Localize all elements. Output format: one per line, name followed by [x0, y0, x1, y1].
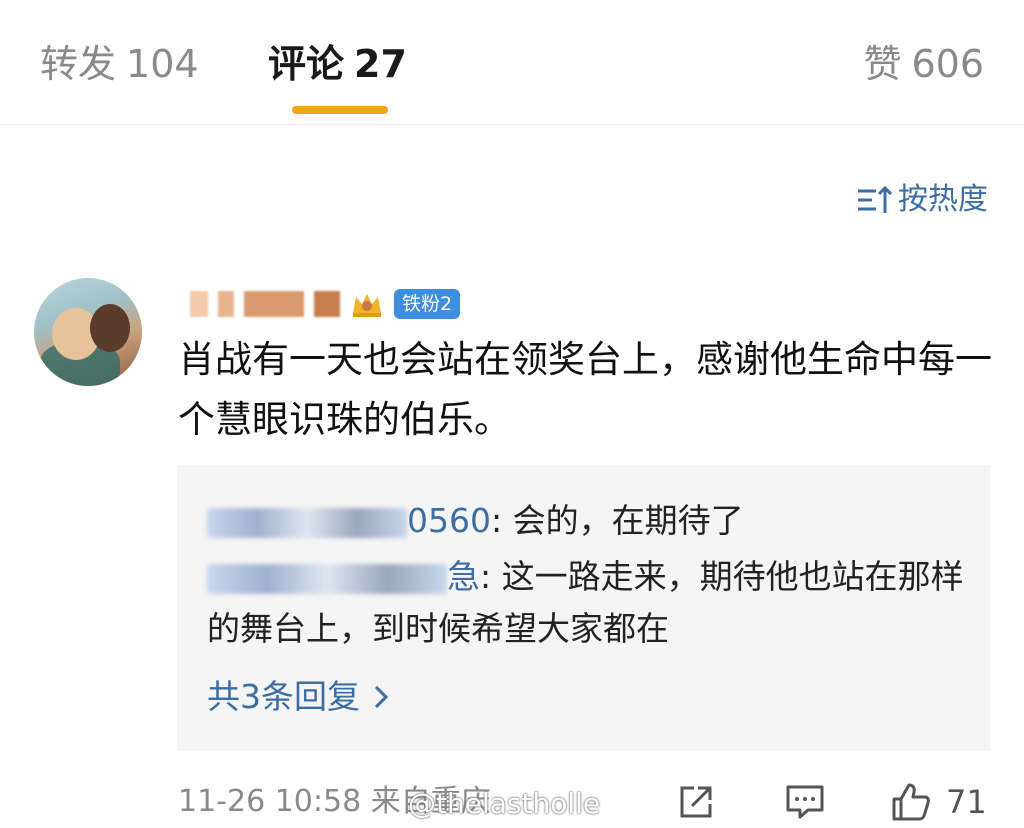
sort-label: 按热度 — [898, 182, 988, 217]
share-icon — [680, 786, 712, 818]
reply-box[interactable]: 0560: 会的，在期待了 急: 这一路走来，期待他也站在那样的舞台上，到时候希… — [177, 465, 990, 751]
tab-comments[interactable]: 评论 27 — [268, 36, 407, 92]
sort-button[interactable]: 按热度 — [854, 176, 988, 224]
tab-likes[interactable]: 赞 606 — [863, 36, 984, 92]
avatar[interactable] — [34, 278, 142, 386]
reply-author-masked — [207, 563, 447, 594]
username-masked — [190, 291, 208, 317]
fan-badge: 铁粉2 — [394, 289, 461, 319]
chevron-right-icon — [374, 685, 389, 709]
username-masked — [314, 291, 340, 317]
like-button[interactable]: 71 — [890, 780, 987, 824]
tab-repost-label: 转发 — [40, 42, 117, 86]
more-replies-link[interactable]: 共3条回复 — [207, 671, 390, 723]
tab-bar: 转发 104 评论 27 赞 606 — [0, 0, 1024, 125]
comment-text: 肖战有一天也会站在领奖台上，感谢他生命中每一个慧眼识珠的伯乐。 — [178, 338, 992, 441]
thumbs-up-icon — [892, 783, 930, 821]
watermark: @thelastholle — [408, 787, 601, 820]
comment-time: 11-26 10:58 — [178, 784, 362, 819]
like-count: 71 — [946, 783, 987, 821]
reply-item[interactable]: 0560: 会的，在期待了 — [207, 495, 967, 547]
reply-author[interactable]: 0560 — [407, 501, 491, 540]
tab-repost[interactable]: 转发 104 — [40, 36, 199, 92]
reply-item[interactable]: 急: 这一路走来，期待他也站在那样的舞台上，到时候希望大家都在 — [207, 551, 967, 655]
reply-text: : 会的，在期待了 — [490, 501, 744, 540]
tab-repost-count: 104 — [126, 42, 199, 86]
tab-comments-count: 27 — [354, 42, 407, 86]
username[interactable]: 铁粉2 — [190, 284, 461, 324]
comment-icon — [786, 785, 824, 819]
more-replies-label: 共3条回复 — [207, 677, 360, 716]
reply-author[interactable]: 急 — [447, 557, 480, 596]
sort-icon — [858, 185, 893, 213]
reply-author-masked — [207, 507, 407, 538]
tab-comments-label: 评论 — [268, 42, 345, 86]
username-masked — [218, 291, 234, 317]
comment-footer: 11-26 10:58 来自重庆 @thelastholle 71 — [178, 772, 998, 828]
username-masked — [244, 291, 304, 317]
tab-likes-label: 赞 — [863, 42, 902, 86]
share-button[interactable] — [676, 780, 716, 824]
crown-icon — [353, 294, 381, 317]
active-tab-indicator — [292, 106, 388, 114]
tab-likes-count: 606 — [911, 42, 984, 86]
reply-button[interactable] — [784, 780, 826, 824]
